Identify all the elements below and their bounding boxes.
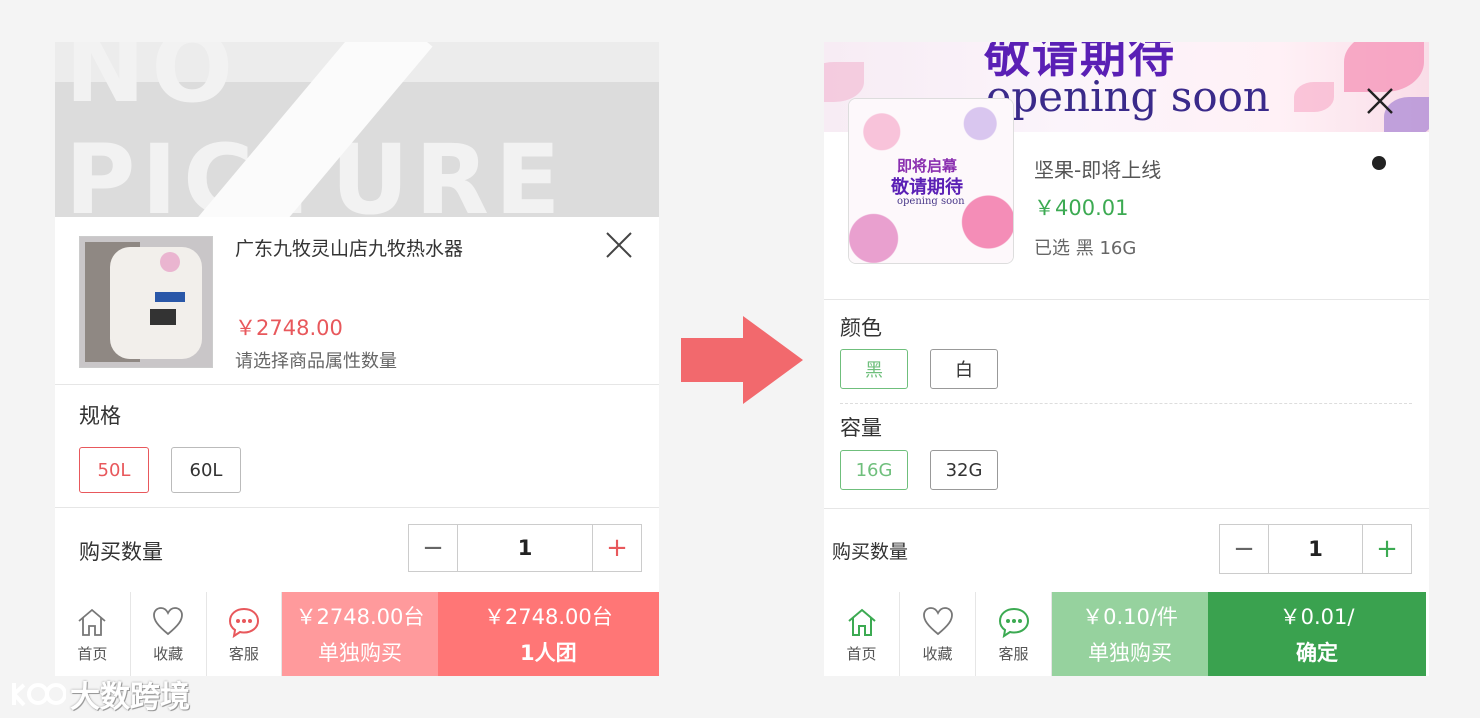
quantity-stepper: − 1 + <box>408 524 642 572</box>
close-icon[interactable] <box>603 228 635 268</box>
right-sku-popup: 敬请期待 opening soon 即将启幕 敬请期待 opening soon… <box>824 42 1429 676</box>
nav-home[interactable]: 首页 <box>824 592 900 676</box>
capacity-option-16g[interactable]: 16G <box>840 450 908 490</box>
quantity-value[interactable]: 1 <box>1268 525 1363 573</box>
quantity-plus-button[interactable]: + <box>1363 525 1411 573</box>
nav-service[interactable]: 客服 <box>976 592 1052 676</box>
nav-home[interactable]: 首页 <box>55 592 131 676</box>
product-name: 坚果-即将上线 <box>1034 158 1162 182</box>
left-sku-popup: NO PICTURE 广东九牧灵山店九牧热水器 ￥2748.00 请选择商品属性… <box>55 42 659 676</box>
bottom-action-bar: 首页 收藏 客服 ￥2748.00台 单独购买 ￥2748.00台 1人团 <box>55 592 659 676</box>
quantity-label: 购买数量 <box>832 541 909 563</box>
product-price: ￥400.01 <box>1034 196 1129 220</box>
nav-favorite[interactable]: 收藏 <box>130 592 207 676</box>
watermark: 大数跨境 <box>10 672 190 716</box>
selected-summary: 已选 黑 16G <box>1034 238 1137 259</box>
spec-option-60l[interactable]: 60L <box>171 447 241 493</box>
capacity-option-32g[interactable]: 32G <box>930 450 998 490</box>
heart-icon <box>922 606 953 635</box>
water-heater-image <box>80 237 212 367</box>
quantity-stepper: − 1 + <box>1219 524 1412 574</box>
close-icon[interactable] <box>1364 84 1396 124</box>
arrow-right-icon <box>681 316 803 404</box>
banner-subtitle: opening soon <box>986 72 1270 121</box>
buy-group-button[interactable]: ￥2748.00台 1人团 <box>437 592 659 676</box>
quantity-minus-button[interactable]: − <box>409 525 457 571</box>
buy-single-button[interactable]: ￥2748.00台 单独购买 <box>282 592 438 676</box>
capacity-label: 容量 <box>840 416 882 440</box>
home-icon <box>847 608 876 636</box>
confirm-button[interactable]: ￥0.01/ 确定 <box>1208 592 1426 676</box>
color-option-black[interactable]: 黑 <box>840 349 908 389</box>
watermark-text: 大数跨境 <box>70 680 190 715</box>
heart-icon <box>153 606 184 635</box>
product-thumbnail: 即将启幕 敬请期待 opening soon <box>848 98 1014 264</box>
nav-service[interactable]: 客服 <box>206 592 283 676</box>
loading-indicator-icon <box>1372 156 1386 170</box>
product-thumbnail <box>79 236 213 368</box>
quantity-value[interactable]: 1 <box>457 525 593 571</box>
nav-favorite[interactable]: 收藏 <box>900 592 976 676</box>
chat-icon <box>228 607 259 638</box>
no-picture-placeholder: NO PICTURE <box>55 42 659 217</box>
product-price: ￥2748.00 <box>235 316 343 340</box>
watermark-logo-icon <box>12 683 66 707</box>
spec-label: 规格 <box>79 404 121 428</box>
quantity-plus-button[interactable]: + <box>593 525 641 571</box>
color-option-white[interactable]: 白 <box>930 349 998 389</box>
selection-hint: 请选择商品属性数量 <box>235 351 397 372</box>
home-icon <box>78 608 106 636</box>
quantity-label: 购买数量 <box>79 540 163 564</box>
spec-option-50l[interactable]: 50L <box>79 447 149 493</box>
chat-icon <box>998 607 1029 638</box>
quantity-minus-button[interactable]: − <box>1220 525 1268 573</box>
buy-single-button[interactable]: ￥0.10/件 单独购买 <box>1052 592 1208 676</box>
bottom-action-bar: 首页 收藏 客服 ￥0.10/件 单独购买 ￥0.01/ 确定 <box>824 592 1429 676</box>
product-name: 广东九牧灵山店九牧热水器 <box>235 238 464 260</box>
color-label: 颜色 <box>840 316 882 340</box>
